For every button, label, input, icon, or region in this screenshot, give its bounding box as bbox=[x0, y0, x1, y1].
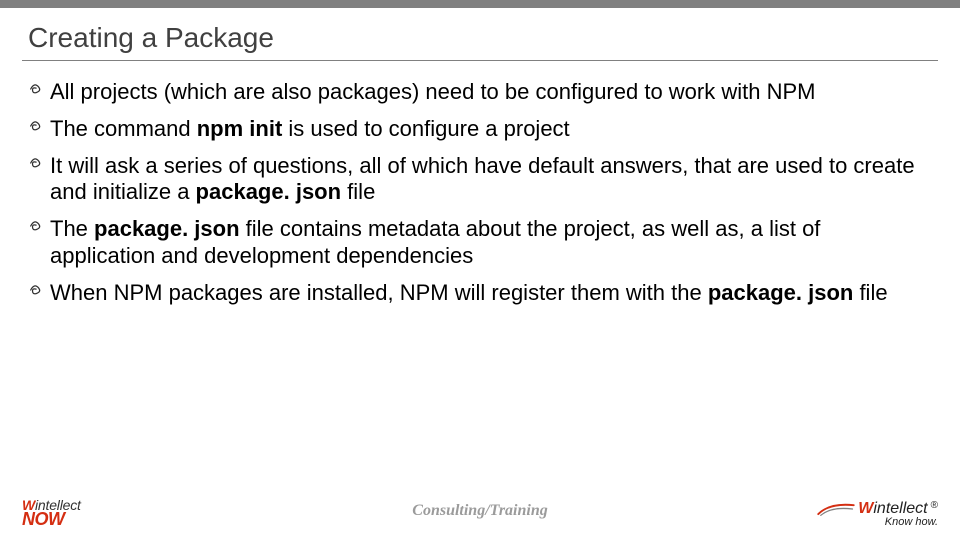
bullet-item: When NPM packages are installed, NPM wil… bbox=[28, 280, 930, 307]
slide-footer: Wintellect NOW Consulting/Training Winte… bbox=[0, 494, 960, 530]
bullet-item: The package. json file contains metadata… bbox=[28, 216, 930, 270]
wintellect-now-logo: Wintellect NOW bbox=[22, 498, 81, 528]
bullet-text: All projects (which are also packages) n… bbox=[50, 79, 930, 106]
wintellect-logo: Wintellect® Know how. bbox=[817, 501, 938, 528]
bullet-icon bbox=[28, 280, 50, 307]
bullet-item: The command npm init is used to configur… bbox=[28, 116, 930, 143]
footer-center-text: Consulting/Training bbox=[412, 502, 547, 520]
bullet-icon bbox=[28, 153, 50, 207]
bullet-text: When NPM packages are installed, NPM wil… bbox=[50, 280, 930, 307]
bullet-item: All projects (which are also packages) n… bbox=[28, 79, 930, 106]
slide-body: All projects (which are also packages) n… bbox=[0, 61, 960, 307]
top-accent-bar bbox=[0, 0, 960, 8]
bullet-text: The command npm init is used to configur… bbox=[50, 116, 930, 143]
bullet-text: It will ask a series of questions, all o… bbox=[50, 153, 930, 207]
bullet-text: The package. json file contains metadata… bbox=[50, 216, 930, 270]
swoosh-icon bbox=[817, 501, 855, 517]
bullet-icon bbox=[28, 216, 50, 270]
slide-title: Creating a Package bbox=[0, 8, 960, 60]
bullet-item: It will ask a series of questions, all o… bbox=[28, 153, 930, 207]
bullet-icon bbox=[28, 116, 50, 143]
bullet-icon bbox=[28, 79, 50, 106]
